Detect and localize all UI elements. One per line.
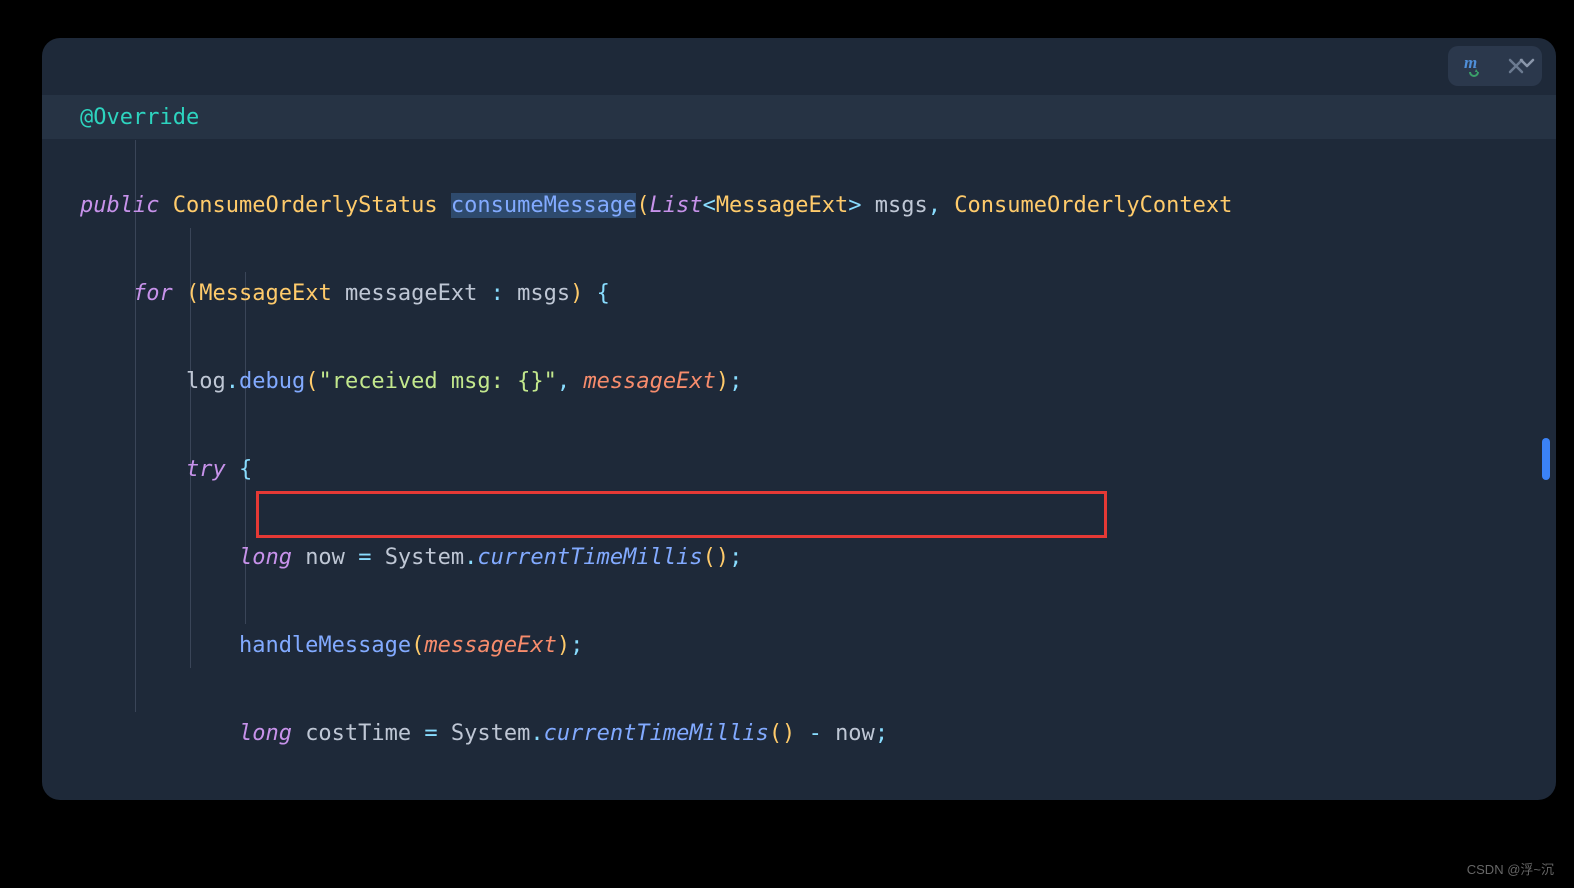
- scrollbar-thumb[interactable]: [1542, 438, 1550, 480]
- code-line: public ConsumeOrderlyStatus consumeMessa…: [80, 184, 1556, 228]
- svg-text:m: m: [1464, 54, 1477, 72]
- code-editor-window: m @Override public ConsumeOrderlyStatus …: [42, 38, 1556, 800]
- code-line: handleMessage(messageExt);: [80, 624, 1556, 668]
- code-line: try {: [80, 448, 1556, 492]
- code-line: long now = System.currentTimeMillis();: [80, 536, 1556, 580]
- code-line: for (MessageExt messageExt : msgs) {: [80, 272, 1556, 316]
- code-line: long costTime = System.currentTimeMillis…: [80, 712, 1556, 756]
- watermark-text: CSDN @浮~沉: [1467, 859, 1554, 878]
- chevron-down-icon[interactable]: [1512, 48, 1542, 78]
- maven-refresh-icon[interactable]: m: [1462, 54, 1486, 78]
- code-line: log.debug("received msg: {}", messageExt…: [80, 360, 1556, 404]
- code-content[interactable]: @Override public ConsumeOrderlyStatus co…: [42, 38, 1556, 800]
- code-line: @Override: [80, 96, 1556, 140]
